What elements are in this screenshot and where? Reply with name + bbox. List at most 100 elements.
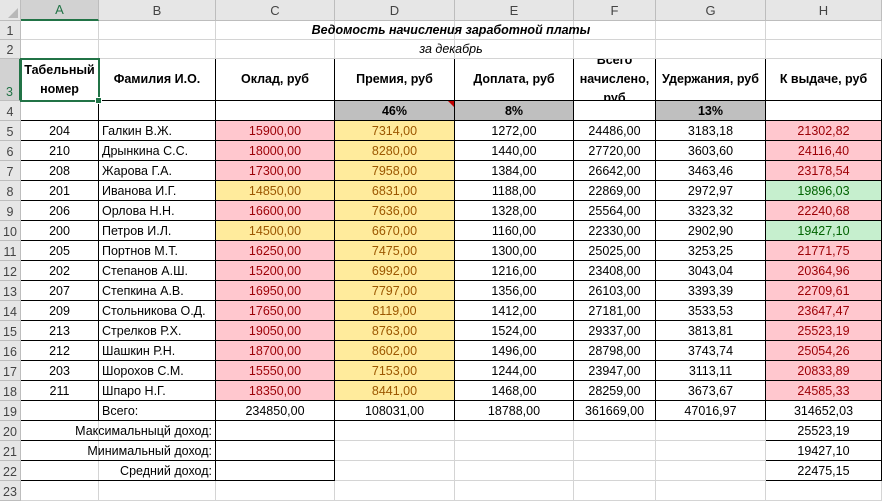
employee-salary[interactable]: 18350,00: [216, 381, 335, 401]
totals-label[interactable]: Всего:: [99, 401, 216, 421]
row-header-9[interactable]: 9: [0, 201, 21, 221]
employee-payout[interactable]: 25523,19: [766, 321, 882, 341]
rate-bonus[interactable]: 46%: [335, 101, 455, 121]
employee-name[interactable]: Орлова Н.Н.: [99, 201, 216, 221]
employee-payout[interactable]: 24116,40: [766, 141, 882, 161]
employee-deduct[interactable]: 3393,39: [656, 281, 766, 301]
summary-label[interactable]: Минимальный доход:: [21, 441, 216, 461]
employee-bonus[interactable]: 6992,00: [335, 261, 455, 281]
employee-payout[interactable]: 24585,33: [766, 381, 882, 401]
summary-value[interactable]: 25523,19: [766, 421, 882, 441]
employee-name[interactable]: Петров И.Л.: [99, 221, 216, 241]
employee-extra[interactable]: 1188,00: [455, 181, 574, 201]
cell-h4[interactable]: [766, 101, 882, 121]
select-all-corner[interactable]: [0, 0, 21, 21]
employee-extra[interactable]: 1244,00: [455, 361, 574, 381]
sheet-title[interactable]: Ведомость начисления заработной платы: [21, 21, 882, 40]
employee-name[interactable]: Шпаро Н.Г.: [99, 381, 216, 401]
employee-id[interactable]: 213: [21, 321, 99, 341]
employee-salary[interactable]: 17300,00: [216, 161, 335, 181]
row-header-22[interactable]: 22: [0, 461, 21, 481]
row-header-17[interactable]: 17: [0, 361, 21, 381]
cell-e21[interactable]: [455, 441, 574, 461]
employee-total[interactable]: 22869,00: [574, 181, 656, 201]
employee-payout[interactable]: 22709,61: [766, 281, 882, 301]
summary-label[interactable]: Средний доход:: [21, 461, 216, 481]
employee-deduct[interactable]: 3323,32: [656, 201, 766, 221]
summary-value[interactable]: 19427,10: [766, 441, 882, 461]
cell-b4[interactable]: [99, 101, 216, 121]
employee-id[interactable]: 203: [21, 361, 99, 381]
employee-salary[interactable]: 19050,00: [216, 321, 335, 341]
employee-salary[interactable]: 15550,00: [216, 361, 335, 381]
employee-extra[interactable]: 1272,00: [455, 121, 574, 141]
employee-id[interactable]: 205: [21, 241, 99, 261]
employee-name[interactable]: Степкина А.В.: [99, 281, 216, 301]
column-header-a[interactable]: A: [21, 0, 99, 21]
column-header-c[interactable]: C: [216, 0, 335, 21]
cell-h23[interactable]: [766, 481, 882, 501]
column-header-e[interactable]: E: [455, 0, 574, 21]
employee-id[interactable]: 204: [21, 121, 99, 141]
employee-deduct[interactable]: 3183,18: [656, 121, 766, 141]
employee-name[interactable]: Шорохов С.М.: [99, 361, 216, 381]
cell-f20[interactable]: [574, 421, 656, 441]
employee-id[interactable]: 206: [21, 201, 99, 221]
employee-total[interactable]: 25564,00: [574, 201, 656, 221]
cell-a19[interactable]: [21, 401, 99, 421]
cell-e20[interactable]: [455, 421, 574, 441]
employee-id[interactable]: 201: [21, 181, 99, 201]
cell-d22[interactable]: [335, 461, 455, 481]
cell-b23[interactable]: [99, 481, 216, 501]
employee-extra[interactable]: 1496,00: [455, 341, 574, 361]
employee-extra[interactable]: 1160,00: [455, 221, 574, 241]
employee-total[interactable]: 24486,00: [574, 121, 656, 141]
employee-payout[interactable]: 20833,89: [766, 361, 882, 381]
employee-total[interactable]: 28259,00: [574, 381, 656, 401]
rate-extra[interactable]: 8%: [455, 101, 574, 121]
row-header-18[interactable]: 18: [0, 381, 21, 401]
column-header-b[interactable]: B: [99, 0, 216, 21]
header-deduct[interactable]: Удержания, руб: [656, 59, 766, 101]
cell-a4[interactable]: [21, 101, 99, 121]
employee-bonus[interactable]: 7153,00: [335, 361, 455, 381]
employee-deduct[interactable]: 3813,81: [656, 321, 766, 341]
header-salary[interactable]: Оклад, руб: [216, 59, 335, 101]
employee-name[interactable]: Дрынкина С.С.: [99, 141, 216, 161]
header-payout[interactable]: К выдаче, руб: [766, 59, 882, 101]
employee-payout[interactable]: 21302,82: [766, 121, 882, 141]
cell-f23[interactable]: [574, 481, 656, 501]
employee-bonus[interactable]: 7636,00: [335, 201, 455, 221]
cell-g22[interactable]: [656, 461, 766, 481]
employee-salary[interactable]: 15200,00: [216, 261, 335, 281]
employee-deduct[interactable]: 3043,04: [656, 261, 766, 281]
row-header-6[interactable]: 6: [0, 141, 21, 161]
employee-salary[interactable]: 17650,00: [216, 301, 335, 321]
row-header-1[interactable]: 1: [0, 21, 21, 40]
employee-name[interactable]: Стольникова О.Д.: [99, 301, 216, 321]
rate-deduct[interactable]: 13%: [656, 101, 766, 121]
employee-deduct[interactable]: 3603,60: [656, 141, 766, 161]
employee-salary[interactable]: 18000,00: [216, 141, 335, 161]
summary-empty-c[interactable]: [216, 461, 335, 481]
sheet-subtitle[interactable]: за декабрь: [21, 40, 882, 59]
employee-extra[interactable]: 1300,00: [455, 241, 574, 261]
employee-extra[interactable]: 1412,00: [455, 301, 574, 321]
employee-name[interactable]: Портнов М.Т.: [99, 241, 216, 261]
header-name[interactable]: Фамилия И.О.: [99, 59, 216, 101]
employee-total[interactable]: 23947,00: [574, 361, 656, 381]
employee-total[interactable]: 26103,00: [574, 281, 656, 301]
employee-bonus[interactable]: 7475,00: [335, 241, 455, 261]
cell-c23[interactable]: [216, 481, 335, 501]
totals-extra[interactable]: 18788,00: [455, 401, 574, 421]
employee-salary[interactable]: 14850,00: [216, 181, 335, 201]
cell-g21[interactable]: [656, 441, 766, 461]
row-header-23[interactable]: 23: [0, 481, 21, 501]
employee-name[interactable]: Жарова Г.А.: [99, 161, 216, 181]
employee-id[interactable]: 208: [21, 161, 99, 181]
row-header-21[interactable]: 21: [0, 441, 21, 461]
cell-f21[interactable]: [574, 441, 656, 461]
employee-deduct[interactable]: 2902,90: [656, 221, 766, 241]
cell-d20[interactable]: [335, 421, 455, 441]
totals-payout[interactable]: 314652,03: [766, 401, 882, 421]
